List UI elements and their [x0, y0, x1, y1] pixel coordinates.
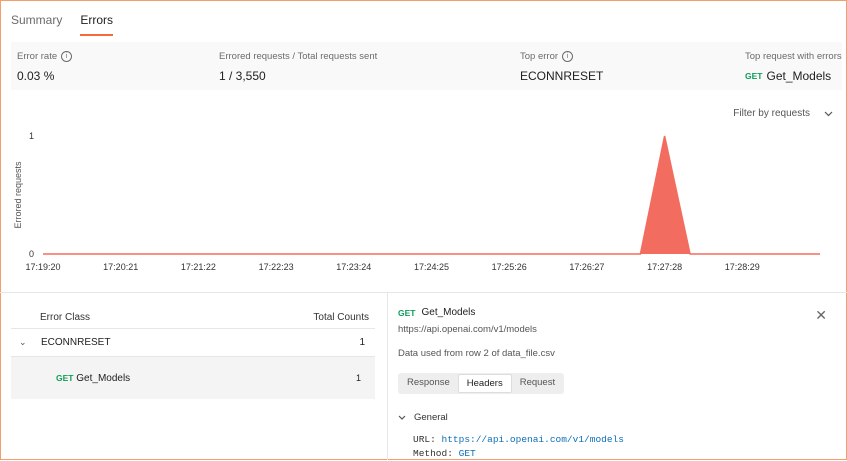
error-request-name: Get_Models: [76, 372, 131, 384]
filter-label: Filter by requests: [733, 108, 810, 119]
x-tick-label: 17:23:24: [336, 262, 371, 272]
detail-title: GET Get_Models: [398, 307, 828, 318]
chevron-down-icon: [824, 111, 833, 116]
series-area: [43, 136, 820, 254]
error-group-name: ECONNRESET: [41, 337, 111, 348]
detail-url: https://api.openai.com/v1/models: [398, 324, 537, 335]
error-group-row[interactable]: ⌄ ECONNRESET 1: [11, 329, 375, 357]
divider: [0, 292, 847, 293]
stat-top-error: Top error i ECONNRESET: [520, 51, 603, 83]
top-request-label: Top request with errors: [745, 51, 842, 62]
error-class-table: Error Class Total Counts ⌄ ECONNRESET 1 G…: [11, 306, 375, 399]
error-rate-value: 0.03 %: [17, 69, 55, 83]
get-method-badge: GET: [56, 372, 74, 383]
detail-data-note: Data used from row 2 of data_file.csv: [398, 348, 555, 359]
general-section-label: General: [414, 412, 448, 423]
top-error-label: Top error: [520, 51, 559, 62]
x-tick-label: 17:19:20: [25, 262, 60, 272]
stat-top-request: Top request with errors GET Get_Models: [745, 51, 842, 83]
tab-headers[interactable]: Headers: [457, 374, 512, 393]
x-tick-label: 17:25:26: [492, 262, 527, 272]
error-rate-label: Error rate: [17, 51, 58, 62]
method-value: GET: [458, 448, 476, 459]
get-method-badge: GET: [398, 307, 416, 318]
divider: [387, 293, 388, 460]
tab-errors[interactable]: Errors: [80, 13, 114, 36]
top-request-link[interactable]: GET Get_Models: [745, 69, 842, 83]
method-key: Method:: [413, 448, 453, 459]
top-error-value: ECONNRESET: [520, 69, 604, 83]
stats-panel: Error rate i 0.03 % Errored requests / To…: [11, 42, 842, 90]
y-tick-label: 0: [29, 249, 34, 259]
url-value[interactable]: https://api.openai.com/v1/models: [442, 434, 624, 445]
y-axis-label: Errored requests: [13, 161, 23, 229]
tab-response[interactable]: Response: [399, 374, 458, 393]
x-tick-label: 17:21:22: [181, 262, 216, 272]
tab-bar: Summary Errors: [11, 13, 114, 36]
errored-requests-value: 1 / 3,550: [219, 69, 266, 83]
chevron-down-icon: [398, 415, 406, 420]
close-icon[interactable]: ✕: [815, 307, 827, 324]
x-tick-label: 17:28:29: [725, 262, 760, 272]
errors-chart-svg: Errored requests 0 1 17:19:20 17:20:21 17:21:…: [13, 131, 820, 272]
tab-summary[interactable]: Summary: [11, 13, 62, 36]
info-icon[interactable]: i: [562, 51, 574, 62]
x-tick-label: 17:26:27: [569, 262, 604, 272]
url-key: URL:: [413, 434, 436, 445]
tab-request[interactable]: Request: [512, 374, 563, 393]
request-detail-panel: GET Get_Models https://api.openai.com/v1…: [398, 307, 828, 461]
header-error-class: Error Class: [40, 311, 91, 323]
errored-requests-label: Errored requests / Total requests sent: [219, 51, 378, 62]
header-total-counts: Total Counts: [313, 311, 369, 323]
error-request-row[interactable]: GET Get_Models 1: [11, 357, 375, 399]
errors-chart: Errored requests 0 1 17:19:20 17:20:21 17:21:…: [0, 120, 847, 280]
x-tick-label: 17:20:21: [103, 262, 138, 272]
error-request-count: 1: [355, 373, 361, 383]
table-header: Error Class Total Counts: [11, 306, 375, 329]
filter-by-requests-dropdown[interactable]: Filter by requests: [733, 108, 833, 119]
y-tick-label: 1: [29, 131, 34, 141]
error-group-count: 1: [359, 337, 365, 348]
top-request-value: Get_Models: [766, 69, 832, 83]
x-tick-label: 17:27:28: [647, 262, 682, 272]
general-section-toggle[interactable]: General: [398, 412, 828, 423]
get-method-badge: GET: [745, 71, 763, 81]
x-tick-label: 17:22:23: [259, 262, 294, 272]
detail-tab-switcher: Response Headers Request: [398, 373, 564, 394]
chevron-down-icon[interactable]: ⌄: [19, 337, 35, 348]
series-line: [43, 135, 820, 255]
general-details: URL: https://api.openai.com/v1/models Me…: [413, 433, 828, 461]
stat-error-rate: Error rate i 0.03 %: [17, 51, 73, 83]
x-tick-label: 17:24:25: [414, 262, 449, 272]
info-icon[interactable]: i: [61, 51, 73, 62]
stat-errored-requests: Errored requests / Total requests sent 1…: [219, 51, 377, 83]
detail-request-name: Get_Models: [421, 307, 476, 318]
